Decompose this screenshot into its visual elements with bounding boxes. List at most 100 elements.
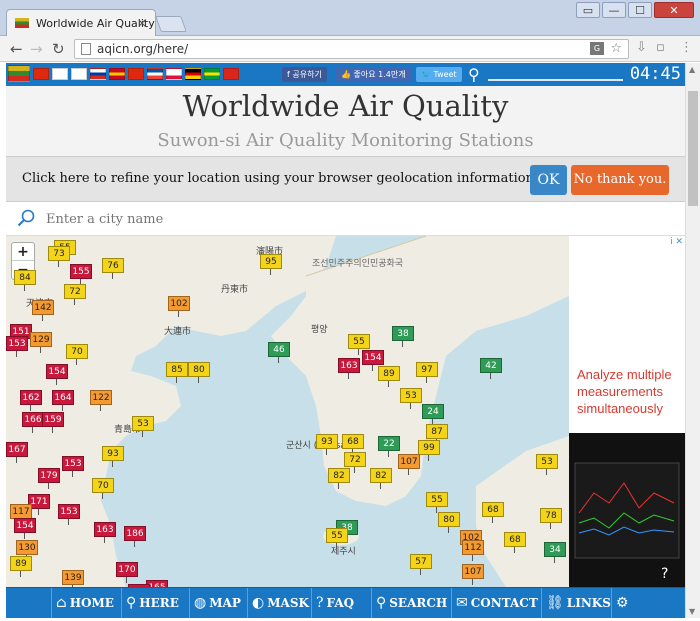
- zoom-in-button[interactable]: +: [12, 243, 34, 261]
- aqi-station-marker[interactable]: 102: [168, 296, 190, 317]
- aqi-station-marker[interactable]: 163: [338, 358, 360, 379]
- page-info-icon[interactable]: [81, 43, 91, 55]
- download-icon[interactable]: ⇩: [636, 40, 647, 55]
- aqi-station-marker[interactable]: 53: [132, 416, 154, 437]
- extension-icon[interactable]: ▫: [656, 40, 665, 55]
- aqi-station-marker[interactable]: 24: [422, 404, 444, 425]
- aqi-station-marker[interactable]: 170: [116, 562, 138, 583]
- aqi-station-marker[interactable]: 68: [504, 532, 526, 553]
- aqi-station-marker[interactable]: 70: [66, 344, 88, 365]
- flag-vietnam-icon[interactable]: [223, 68, 239, 80]
- flag-france-icon[interactable]: [147, 68, 163, 80]
- facebook-share-button[interactable]: f 공유하기: [282, 67, 327, 82]
- browser-tab[interactable]: Worldwide Air Quality ×: [6, 9, 156, 36]
- scroll-down-arrow-icon[interactable]: ▼: [689, 607, 695, 616]
- page-scrollbar[interactable]: ▲ ▼: [685, 63, 700, 618]
- top-search-field[interactable]: [488, 79, 623, 81]
- back-arrow-icon[interactable]: ←: [10, 40, 23, 58]
- aqi-station-marker[interactable]: 87: [426, 424, 448, 445]
- aqi-station-marker[interactable]: 93: [316, 434, 338, 455]
- flag-poland-icon[interactable]: [166, 68, 182, 80]
- aqi-station-marker[interactable]: 99: [418, 440, 440, 461]
- aqi-station-marker[interactable]: 72: [64, 284, 86, 305]
- nav-mask-button[interactable]: ◐ MASK: [252, 593, 309, 614]
- address-bar[interactable]: aqicn.org/here/ G ☆: [74, 39, 629, 59]
- aqi-station-marker[interactable]: 38: [392, 326, 414, 347]
- translate-icon[interactable]: G: [590, 42, 604, 55]
- ad-text[interactable]: Analyze multiple measurements simultaneo…: [577, 366, 681, 417]
- aqi-station-marker[interactable]: 53: [400, 388, 422, 409]
- ad-screenshot-image[interactable]: ?: [569, 433, 685, 587]
- geolocation-prompt[interactable]: Click here to refine your location using…: [6, 156, 685, 202]
- aqi-station-marker[interactable]: 34: [544, 542, 566, 563]
- flag-germany-icon[interactable]: [185, 68, 201, 80]
- aqi-station-marker[interactable]: 153: [6, 336, 28, 357]
- nav-map-button[interactable]: ◍ MAP: [194, 593, 241, 614]
- aqi-station-marker[interactable]: 70: [92, 478, 114, 499]
- nav-faq-button[interactable]: ? FAQ: [316, 593, 354, 614]
- aqi-station-marker[interactable]: 155: [70, 264, 92, 285]
- flag-hongkong-icon[interactable]: [128, 68, 144, 80]
- aqi-station-marker[interactable]: 89: [10, 556, 32, 577]
- aqi-station-marker[interactable]: 46: [268, 342, 290, 363]
- flag-myanmar-icon[interactable]: [8, 65, 30, 82]
- aqi-station-marker[interactable]: 42: [480, 358, 502, 379]
- nav-settings-button[interactable]: ⚙: [616, 593, 629, 614]
- aqi-station-marker[interactable]: 153: [58, 504, 80, 525]
- nav-links-button[interactable]: ⛓ LINKS: [546, 593, 611, 614]
- aqi-station-marker[interactable]: 107: [462, 564, 484, 585]
- aqi-station-marker[interactable]: 84: [14, 270, 36, 291]
- aqi-station-marker[interactable]: 154: [362, 350, 384, 371]
- aqi-station-marker[interactable]: 163: [94, 522, 116, 543]
- aqi-station-marker[interactable]: 73: [48, 246, 70, 267]
- top-search-icon[interactable]: ⚲: [468, 65, 488, 84]
- window-minimize-button[interactable]: —: [602, 2, 626, 18]
- new-tab-button[interactable]: [155, 16, 187, 32]
- aqi-station-marker[interactable]: 153: [62, 456, 84, 477]
- aqi-station-marker[interactable]: 129: [30, 332, 52, 353]
- aqi-station-marker[interactable]: 68: [342, 434, 364, 455]
- window-close-button[interactable]: ✕: [654, 2, 694, 18]
- nav-here-button[interactable]: ⚲ HERE: [126, 593, 179, 614]
- forward-arrow-icon[interactable]: →: [30, 40, 43, 58]
- geolocation-text[interactable]: Click here to refine your location using…: [22, 171, 538, 186]
- aqi-station-marker[interactable]: 162: [20, 390, 42, 411]
- flag-brazil-icon[interactable]: [204, 68, 220, 80]
- ok-button[interactable]: OK: [530, 165, 567, 195]
- aqi-station-marker[interactable]: 159: [42, 412, 64, 433]
- nav-search-button[interactable]: ⚲ SEARCH: [376, 593, 447, 614]
- aqi-station-marker[interactable]: 82: [328, 468, 350, 489]
- aqi-station-marker[interactable]: 186: [124, 526, 146, 547]
- aqi-station-marker[interactable]: 130: [16, 540, 38, 561]
- aqi-station-marker[interactable]: 85: [166, 362, 188, 383]
- aqi-station-marker[interactable]: 166: [22, 412, 44, 433]
- aqi-station-marker[interactable]: 68: [482, 502, 504, 523]
- aqi-station-marker[interactable]: 82: [370, 468, 392, 489]
- aqi-station-marker[interactable]: 22: [378, 436, 400, 457]
- aqi-station-marker[interactable]: 142: [32, 300, 54, 321]
- aqi-station-marker[interactable]: 107: [398, 454, 420, 475]
- aqi-station-marker[interactable]: 93: [102, 446, 124, 467]
- aqi-station-marker[interactable]: 80: [438, 512, 460, 533]
- flag-korea-icon[interactable]: [71, 68, 87, 80]
- aqi-station-marker[interactable]: 57: [410, 554, 432, 575]
- aqi-station-marker[interactable]: 76: [102, 258, 124, 279]
- tweet-button[interactable]: 🐦 Tweet: [416, 67, 462, 82]
- scrollbar-thumb[interactable]: [688, 91, 698, 206]
- nav-contact-button[interactable]: ✉ CONTACT: [456, 593, 538, 614]
- aqi-station-marker[interactable]: 117: [10, 504, 32, 525]
- aqi-station-marker[interactable]: 78: [540, 508, 562, 529]
- aqi-station-marker[interactable]: 139: [62, 570, 84, 587]
- browser-menu-icon[interactable]: ⋮: [680, 40, 693, 55]
- window-maximize-button[interactable]: ☐: [628, 2, 652, 18]
- aqi-station-marker[interactable]: 53: [536, 454, 558, 475]
- aqi-station-marker[interactable]: 55: [348, 334, 370, 355]
- aqi-station-marker[interactable]: 95: [260, 254, 282, 275]
- aqi-station-marker[interactable]: 55: [326, 528, 348, 549]
- aqi-station-marker[interactable]: 122: [90, 390, 112, 411]
- no-thank-you-button[interactable]: No thank you.: [571, 165, 669, 195]
- reload-icon[interactable]: ↻: [52, 40, 65, 58]
- facebook-like-button[interactable]: 👍 좋아요 1.4만개: [336, 67, 411, 82]
- aqi-station-marker[interactable]: 89: [378, 366, 400, 387]
- aqi-station-marker[interactable]: 112: [462, 540, 484, 561]
